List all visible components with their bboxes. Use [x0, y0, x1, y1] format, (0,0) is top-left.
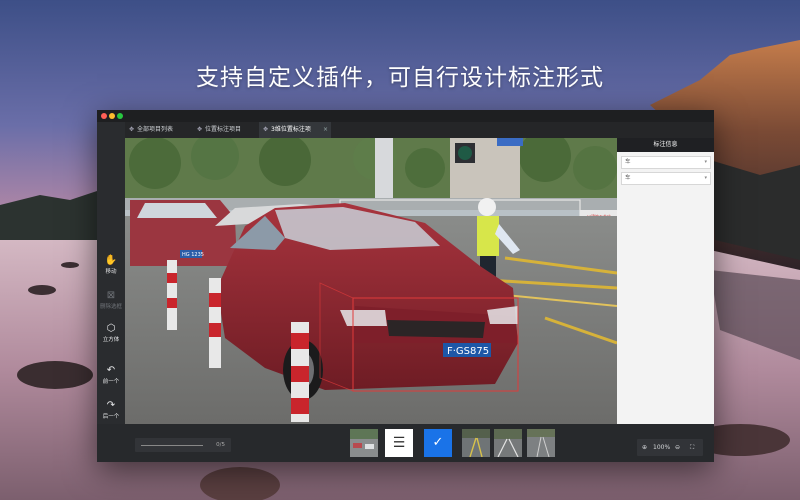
- app-window: ✥ 全部项目列表 ✥ 位置标注项目 ✥ 3维位置标注项 × ✋ 移动 ⊠ 删除选框 ⬡…: [97, 110, 714, 462]
- thumbnail-image: [350, 429, 378, 457]
- tool-label: 前一个: [102, 379, 120, 385]
- cube-icon: ⬡: [106, 323, 116, 334]
- tool-sidebar: ✋ 移动 ⊠ 删除选框 ⬡ 立方体 ↶ 前一个 ↷ 后一个: [97, 122, 125, 424]
- progress-indicator: 0/5: [135, 438, 231, 452]
- tool-label: 后一个: [102, 414, 120, 420]
- fit-screen-icon[interactable]: ⛶: [690, 439, 694, 456]
- tool-delete-box[interactable]: ⊠ 删除选框: [97, 290, 125, 311]
- select-value: 车: [625, 159, 631, 165]
- headline: 支持自定义插件，可自行设计标注形式: [196, 65, 604, 91]
- annotation-info-panel: 标注信息 车 ▾ 车 ▾: [617, 138, 714, 424]
- thumbnail-road-3[interactable]: [527, 429, 555, 457]
- chevron-down-icon: ▾: [704, 175, 707, 181]
- tab-label: 3维位置标注项: [271, 126, 311, 133]
- tool-previous[interactable]: ↶ 前一个: [97, 365, 125, 386]
- thumbnail-road-2[interactable]: [494, 429, 522, 457]
- delete-box-icon: ⊠: [106, 290, 116, 301]
- project-icon: ✥: [263, 126, 269, 133]
- check-icon: ✓: [432, 435, 444, 450]
- minimize-window-button[interactable]: [109, 113, 115, 119]
- thumbnail-street-1[interactable]: [350, 429, 378, 457]
- chevron-down-icon: ▾: [704, 159, 707, 165]
- tab-all-projects[interactable]: ✥ 全部项目列表: [129, 122, 189, 138]
- label-select[interactable]: 车 ▾: [621, 172, 711, 185]
- undo-icon: ↶: [106, 365, 116, 376]
- tool-label: 移动: [105, 269, 117, 275]
- close-window-button[interactable]: [101, 113, 107, 119]
- project-icon: ✥: [129, 126, 135, 133]
- tab-position-projects[interactable]: ✥ 位置标注项目: [197, 122, 259, 138]
- project-icon: ✥: [197, 126, 203, 133]
- tab-close-icon[interactable]: ×: [323, 122, 328, 138]
- hand-icon: ✋: [104, 255, 118, 266]
- confirm-button[interactable]: ✓: [424, 429, 452, 457]
- annotation-canvas[interactable]: 川建筑五金店 HG 1235 F·GS875: [125, 138, 617, 424]
- progress-track: [141, 445, 203, 446]
- tab-bar: ✥ 全部项目列表 ✥ 位置标注项目 ✥ 3维位置标注项 ×: [125, 122, 714, 138]
- zoom-in-icon[interactable]: ⊕: [642, 439, 647, 456]
- select-value: 车: [625, 175, 631, 181]
- title-bar: [97, 110, 714, 122]
- tool-move[interactable]: ✋ 移动: [97, 255, 125, 276]
- zoom-level: 100%: [653, 444, 671, 451]
- tool-label: 立方体: [102, 337, 120, 343]
- progress-count: 0/5: [216, 442, 225, 448]
- thumbnail-road-1[interactable]: [462, 429, 490, 457]
- zoom-out-icon[interactable]: ⊖: [675, 439, 680, 456]
- redo-icon: ↷: [106, 400, 116, 411]
- maximize-window-button[interactable]: [117, 113, 123, 119]
- thumbnail-image: [462, 429, 490, 457]
- license-plate: F·GS875: [447, 346, 489, 357]
- list-view-button[interactable]: ☰: [385, 429, 413, 457]
- tab-label: 全部项目列表: [137, 126, 174, 133]
- zoom-controls: ⊕ 100% ⊖ ⛶: [637, 439, 703, 456]
- tool-cube[interactable]: ⬡ 立方体: [97, 323, 125, 344]
- label-select[interactable]: 车 ▾: [621, 156, 711, 169]
- thumbnail-image: [527, 429, 555, 457]
- tool-next[interactable]: ↷ 后一个: [97, 400, 125, 421]
- tool-label: 删除选框: [99, 304, 122, 310]
- thumbnail-image: [494, 429, 522, 457]
- street-photo: 川建筑五金店 HG 1235 F·GS875: [125, 138, 617, 424]
- tab-3d-position-project[interactable]: ✥ 3维位置标注项 ×: [259, 122, 331, 138]
- tab-label: 位置标注项目: [205, 126, 242, 133]
- panel-title: 标注信息: [617, 138, 714, 152]
- list-icon: ☰: [392, 435, 406, 451]
- plate-left: HG 1235: [182, 252, 204, 258]
